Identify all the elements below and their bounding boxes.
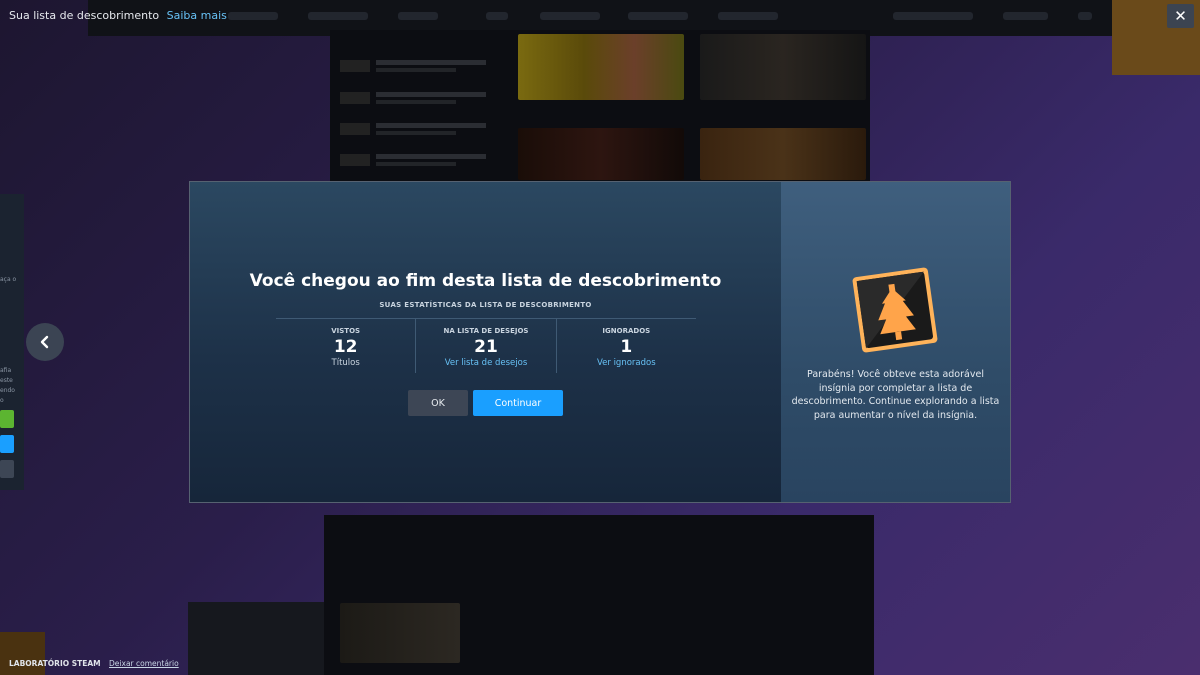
leave-feedback-link[interactable]: Deixar comentário <box>109 659 179 668</box>
stat-caption: Títulos <box>331 358 360 368</box>
discovery-badge-icon <box>852 267 938 353</box>
stat-value: 1 <box>620 337 633 357</box>
background-list-item <box>340 88 500 108</box>
background-game-tile <box>700 34 866 100</box>
background-side-panel <box>188 602 324 675</box>
background-game-tile <box>518 34 684 100</box>
queue-stats: VISTOS 12 Títulos NA LISTA DE DESEJOS 21… <box>276 318 696 373</box>
steam-lab-footer: LABORATÓRIO STEAM Deixar comentário <box>9 659 179 668</box>
stat-ignored: IGNORADOS 1 Ver ignorados <box>555 319 696 373</box>
stat-wishlist: NA LISTA DE DESEJOS 21 Ver lista de dese… <box>415 319 555 373</box>
background-game-tile <box>340 603 460 663</box>
background-game-tile <box>518 128 684 180</box>
queue-title-text: Sua lista de descobrimento <box>9 9 160 22</box>
dialog-title: Você chegou ao fim desta lista de descob… <box>249 271 722 291</box>
background-accent-block <box>0 632 45 675</box>
background-left-card: aça o afia este endo o <box>0 194 24 490</box>
dialog-subtitle: SUAS ESTATÍSTICAS DA LISTA DE DESCOBRIME… <box>379 301 592 309</box>
continue-button[interactable]: Continuar <box>473 390 563 416</box>
stat-viewed: VISTOS 12 Títulos <box>276 319 415 373</box>
background-list-item <box>340 56 500 76</box>
background-list-item <box>340 119 500 139</box>
stat-label: IGNORADOS <box>602 327 651 335</box>
stat-label: VISTOS <box>331 327 361 335</box>
view-wishlist-link[interactable]: Ver lista de desejos <box>416 358 555 368</box>
dialog-badge-section: Parabéns! Você obteve esta adorável insí… <box>781 182 1010 502</box>
stat-label: NA LISTA DE DESEJOS <box>443 327 529 335</box>
dialog-main-section: Você chegou ao fim desta lista de descob… <box>190 182 781 502</box>
stat-value: 12 <box>333 337 358 357</box>
ok-button[interactable]: OK <box>408 390 468 416</box>
chevron-left-icon <box>40 335 49 349</box>
close-icon: ✕ <box>1174 7 1187 25</box>
close-button[interactable]: ✕ <box>1167 4 1194 28</box>
background-game-tile <box>700 128 866 180</box>
background-list-item <box>340 150 500 170</box>
steam-lab-label: LABORATÓRIO STEAM <box>9 659 101 668</box>
queue-title: Sua lista de descobrimento Saiba mais <box>9 9 227 22</box>
view-ignored-link[interactable]: Ver ignorados <box>557 358 696 368</box>
stat-value: 21 <box>474 337 498 357</box>
previous-button[interactable] <box>26 323 64 361</box>
badge-message: Parabéns! Você obteve esta adorável insí… <box>791 369 1000 421</box>
end-of-queue-dialog: Você chegou ao fim desta lista de descob… <box>189 181 1011 503</box>
learn-more-link[interactable]: Saiba mais <box>167 9 227 22</box>
